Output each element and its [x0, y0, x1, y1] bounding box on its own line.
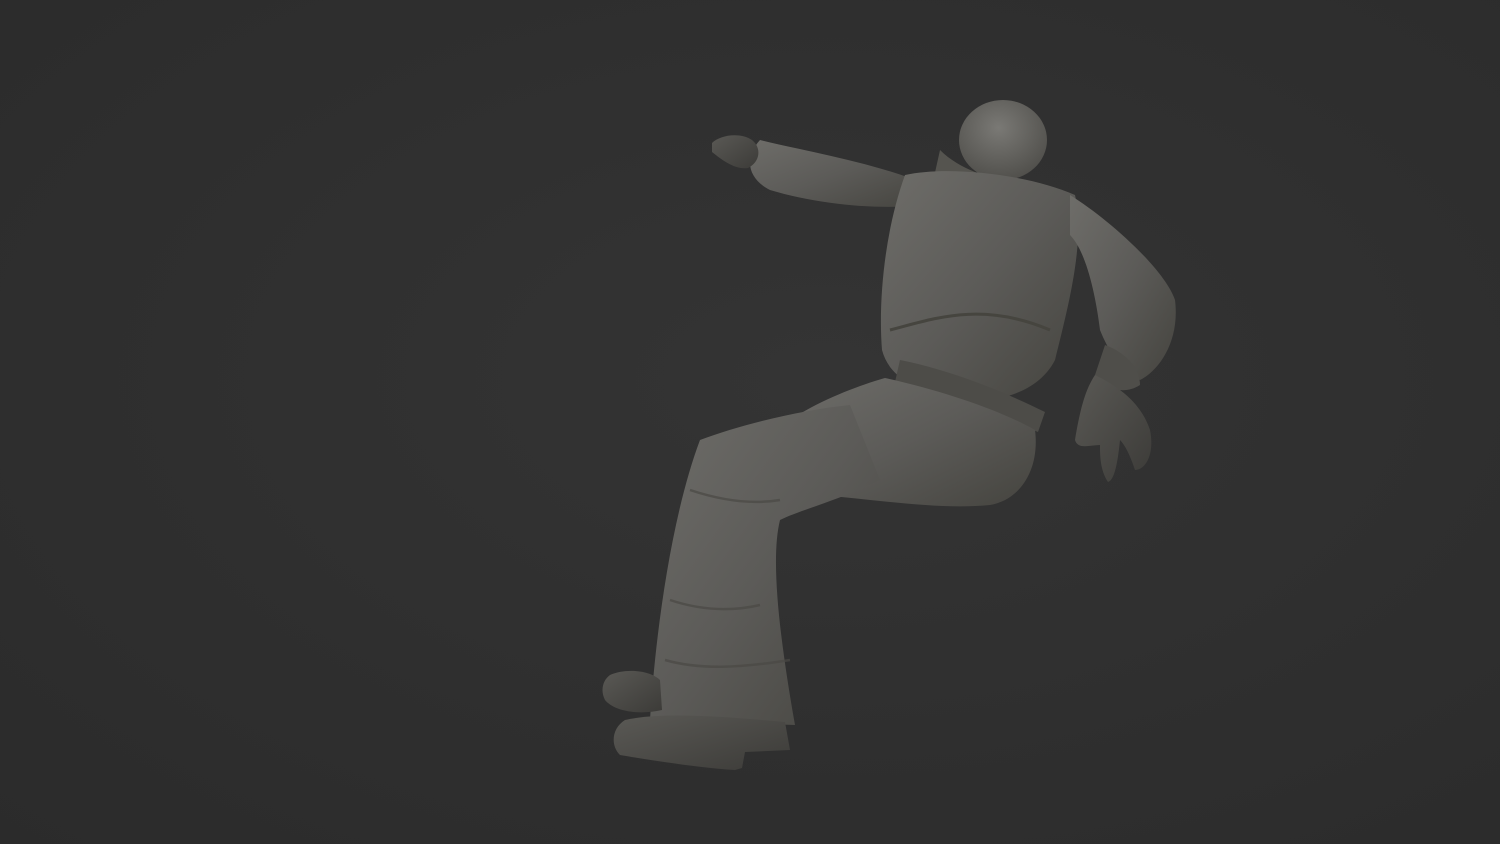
back-shoe: [602, 670, 662, 713]
front-shoe: [613, 715, 790, 770]
sculpted-figure: [602, 100, 1176, 770]
right-arm: [1070, 195, 1176, 380]
pants-thigh: [650, 405, 880, 725]
head: [959, 100, 1047, 180]
render-viewport: [0, 0, 1500, 844]
right-hand: [1075, 375, 1152, 482]
raised-hand: [712, 135, 759, 169]
